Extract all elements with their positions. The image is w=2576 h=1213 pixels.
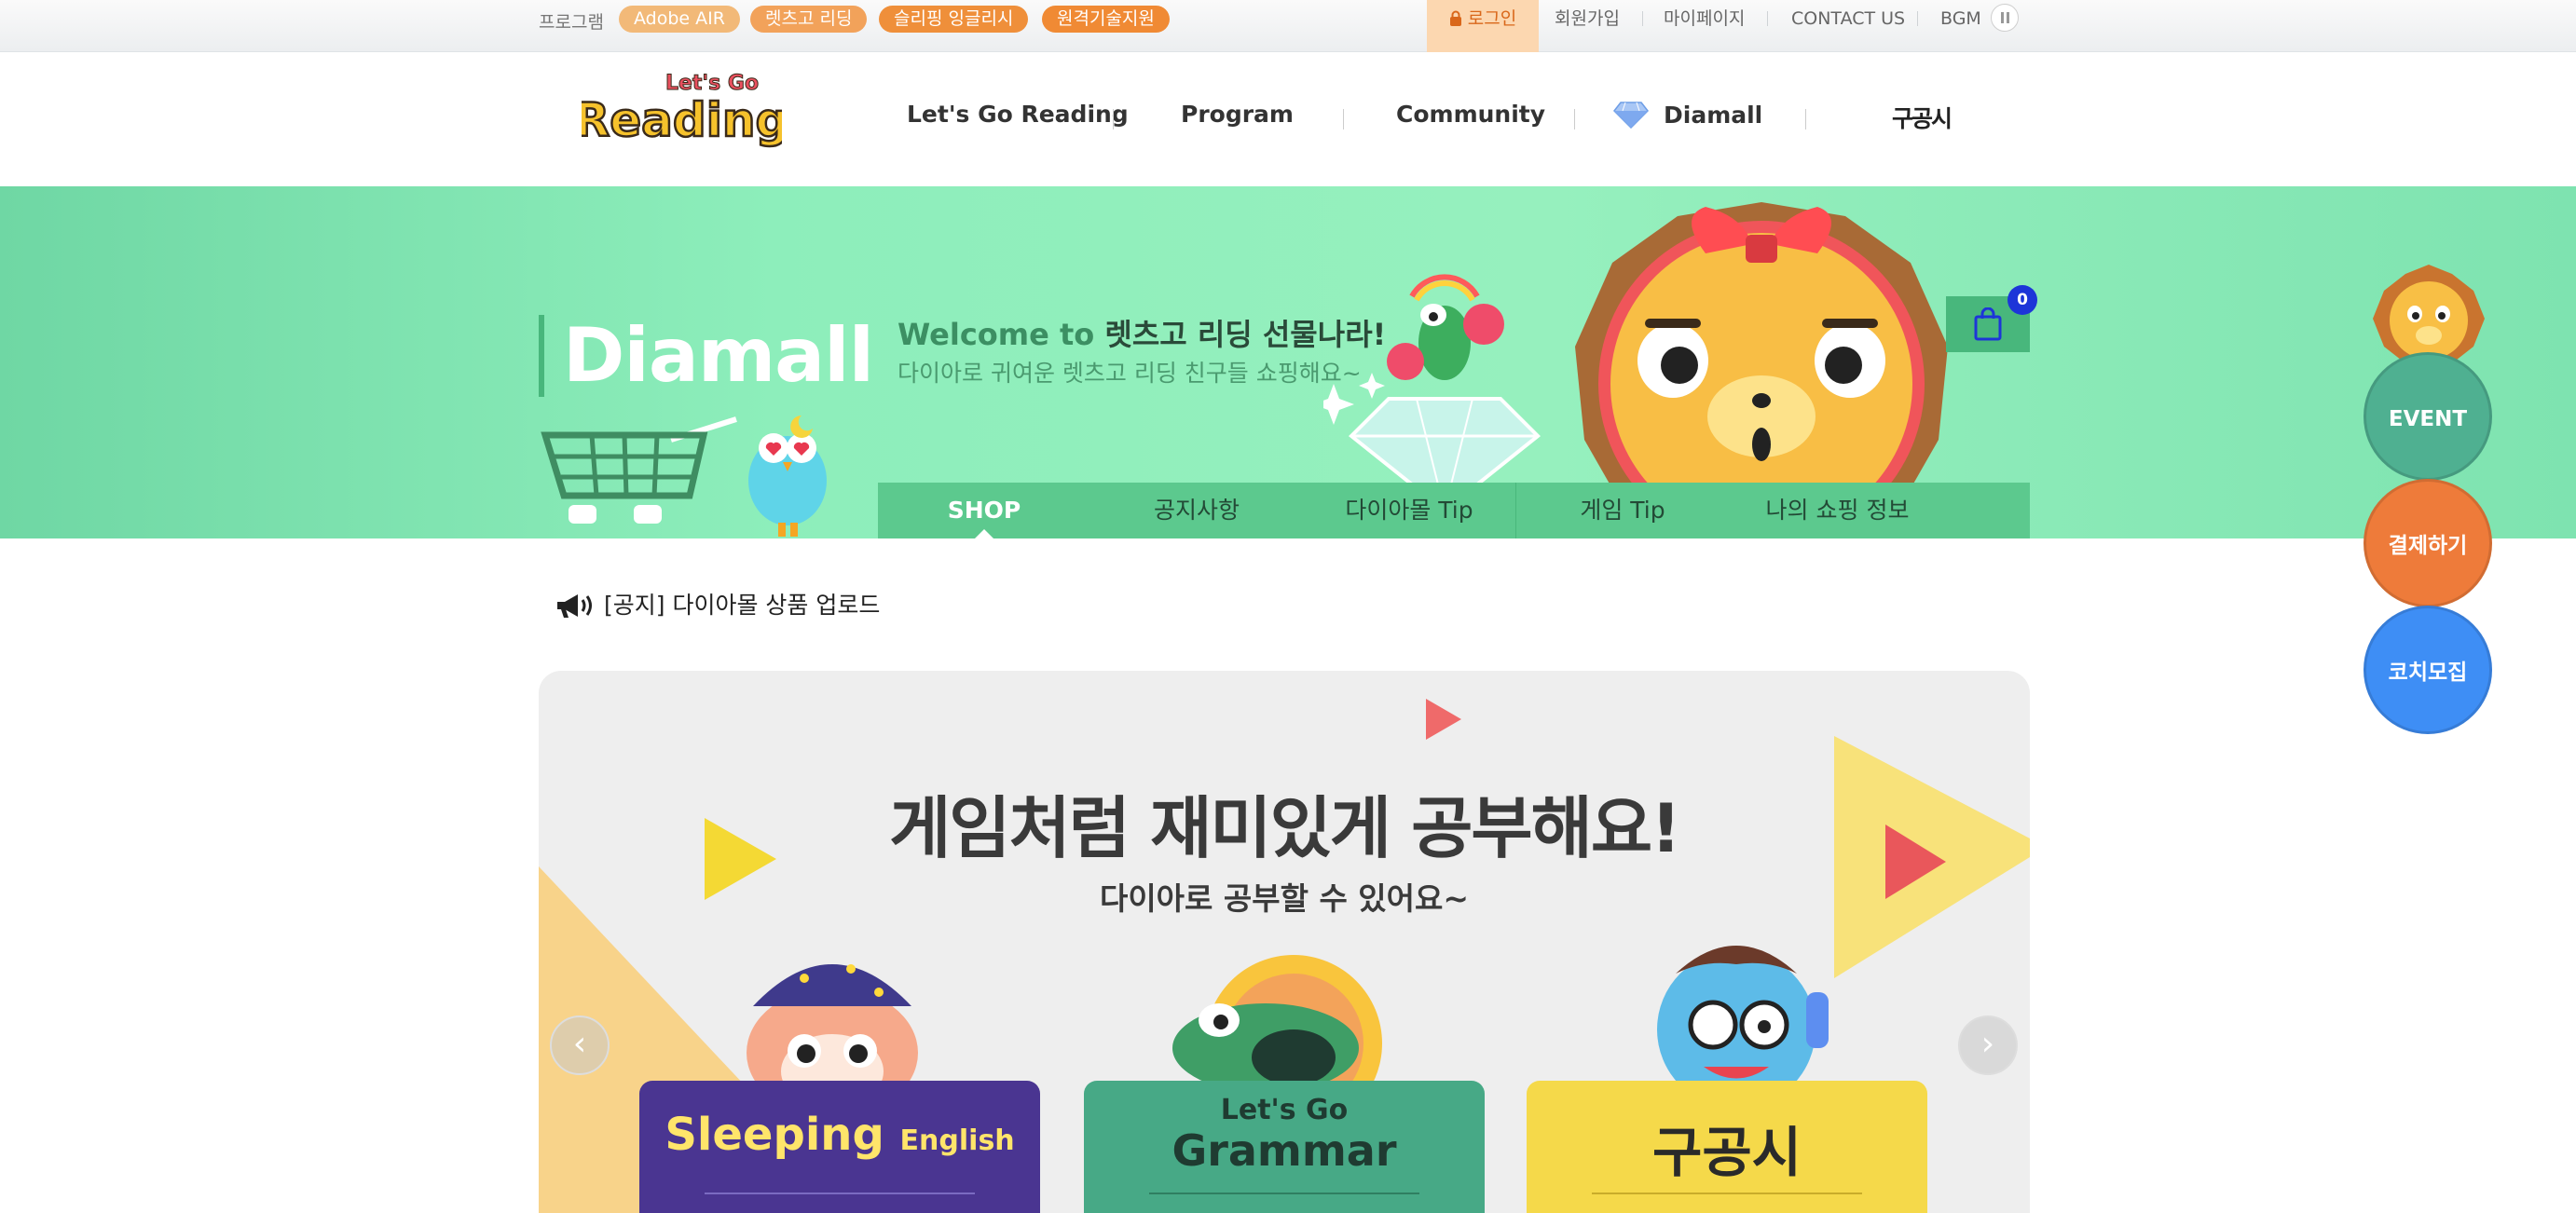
logo-small-text: Let's Go — [665, 72, 759, 95]
nav-program[interactable]: Program — [1181, 101, 1294, 128]
payment-button[interactable]: 결제하기 — [2364, 479, 2492, 607]
event-button[interactable]: EVENT — [2364, 352, 2492, 481]
diamond-icon — [1613, 102, 1649, 129]
fox-character-illustration — [747, 964, 918, 1099]
megaphone-icon — [557, 594, 592, 618]
chevron-left-icon: ‹ — [572, 1025, 587, 1063]
divider — [1767, 11, 1768, 26]
tab-diamall-tip[interactable]: 다이아몰 Tip — [1303, 483, 1515, 538]
bgm-label: BGM — [1940, 8, 1981, 29]
gugongsi-logo[interactable]: 구공시 — [1892, 101, 1953, 134]
hero-headline: 게임처럼 재미있게 공부해요! — [889, 789, 1681, 867]
ticket-divider — [1592, 1193, 1862, 1194]
remote-support-pill[interactable]: 원격기술지원 — [1042, 6, 1170, 33]
tab-my-shopping[interactable]: 나의 쇼핑 정보 — [1729, 483, 1946, 538]
logo-big-text: Reading — [582, 93, 782, 147]
bgm-pause-icon[interactable] — [1991, 4, 2019, 32]
mypage-link[interactable]: 마이페이지 — [1664, 0, 1745, 52]
nav-diamall-label: Diamall — [1664, 102, 1763, 129]
divider — [1574, 109, 1575, 129]
nav-community[interactable]: Community — [1396, 101, 1545, 128]
tab-game-tip[interactable]: 게임 Tip — [1516, 483, 1729, 538]
gugongsi-ticket[interactable]: 구공시 — [1527, 1081, 1927, 1213]
lets-go-reading-logo[interactable]: Let's Go Reading — [573, 65, 790, 158]
adobe-air-pill[interactable]: Adobe AIR — [619, 6, 740, 33]
contact-us-link[interactable]: CONTACT US — [1791, 0, 1905, 52]
hero-subline: 다이아로 공부할 수 있어요~ — [1099, 880, 1470, 917]
chevron-right-icon: › — [1980, 1025, 1995, 1063]
carousel-prev-button[interactable]: ‹ — [550, 1015, 610, 1075]
welcome-heading: Welcome to 렛츠고 리딩 선물나라! — [897, 311, 1386, 354]
welcome-subtext: 다이아로 귀여운 렛츠고 리딩 친구들 쇼핑해요~ — [897, 360, 1362, 387]
logo-graphic: Let's Go Reading — [573, 72, 790, 149]
crocodile-character-illustration — [1172, 955, 1382, 1099]
program-label: 프로그램 — [539, 12, 604, 33]
divider — [1805, 109, 1806, 129]
divider — [1642, 11, 1643, 26]
ticket-title-small: Let's Go — [1220, 1094, 1349, 1126]
coach-recruit-button[interactable]: 코치모집 — [2364, 606, 2492, 734]
tab-notice[interactable]: 공지사항 — [1090, 483, 1303, 538]
cart-count-badge: 0 — [2007, 285, 2037, 315]
divider — [1343, 109, 1344, 129]
welcome-prefix: Welcome to — [897, 317, 1095, 352]
ticket-title: 구공시 — [1651, 1121, 1802, 1184]
lion-character-illustration — [1575, 202, 1948, 505]
hero-carousel: 게임처럼 재미있게 공부해요! 다이아로 공부할 수 있어요~ ‹ › Slee… — [539, 671, 2030, 1213]
sleeping-english-ticket[interactable]: Sleeping English — [639, 1081, 1040, 1213]
banner-title: Diamall — [539, 315, 874, 397]
lion-mascot-floating-icon — [2373, 265, 2485, 363]
letsgo-reading-pill[interactable]: 렛츠고 리딩 — [750, 6, 868, 33]
login-label: 로그인 — [1467, 8, 1517, 29]
lock-icon — [1449, 10, 1461, 26]
sleeping-english-pill[interactable]: 슬리핑 잉글리시 — [879, 6, 1029, 33]
shopping-bag-icon — [1974, 307, 2002, 341]
ticket-title: Sleeping English — [665, 1109, 1015, 1161]
letsgo-grammar-ticket[interactable]: Let's Go Grammar — [1084, 1081, 1485, 1213]
nav-diamall[interactable]: Diamall — [1613, 101, 1762, 129]
owl-character-illustration — [748, 416, 827, 537]
ticket-divider — [705, 1193, 975, 1194]
ticket-title: Grammar — [1172, 1125, 1397, 1176]
diamall-subnav: SHOP 공지사항 다이아몰 Tip 게임 Tip 나의 쇼핑 정보 — [878, 483, 2030, 538]
nav-lets-go-reading[interactable]: Let's Go Reading — [907, 101, 1129, 128]
ticket-divider — [1149, 1193, 1419, 1194]
active-tab-pointer — [975, 529, 993, 538]
carousel-next-button[interactable]: › — [1958, 1015, 2018, 1075]
shopping-cart-illustration — [541, 416, 737, 524]
signup-link[interactable]: 회원가입 — [1555, 0, 1620, 52]
top-utility-bar: 프로그램 Adobe AIR 렛츠고 리딩 슬리핑 잉글리시 원격기술지원 로그… — [0, 0, 2576, 52]
diamond-crocodile-illustration — [1323, 274, 1541, 501]
boy-character-illustration — [1657, 946, 1829, 1095]
divider — [1917, 11, 1918, 26]
divider — [1113, 109, 1114, 129]
login-link[interactable]: 로그인 — [1427, 0, 1539, 52]
diamall-banner: Diamall Welcome to 렛츠고 리딩 선물나라! 다이아로 귀여운… — [0, 186, 2576, 538]
notice-text: [공지] 다이아몰 상품 업로드 — [604, 592, 881, 619]
